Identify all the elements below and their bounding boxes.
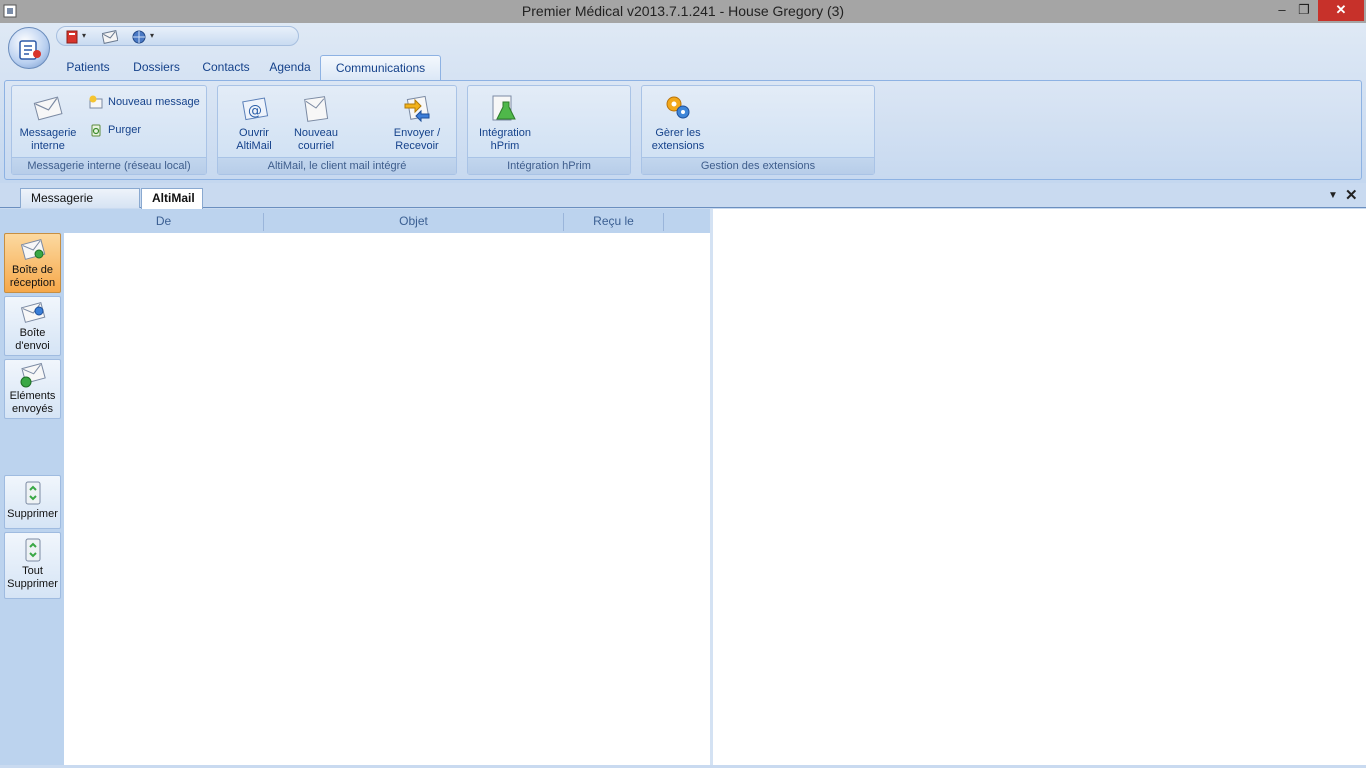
- nouveau-message-label: Nouveau message: [108, 96, 200, 108]
- nav-tout-supprimer-label-2: Supprimer: [7, 578, 58, 590]
- new-message-icon: [89, 95, 103, 109]
- nouveau-courriel-button[interactable]: Nouveau courriel: [290, 92, 342, 153]
- messagerie-interne-button[interactable]: Messagerie interne: [16, 92, 80, 153]
- stethoscope-logo-icon: [19, 40, 41, 60]
- svg-text:@: @: [248, 103, 262, 119]
- messagerie-interne-label-2: interne: [31, 140, 65, 152]
- nav-tout-supprimer-label-1: Tout: [22, 565, 43, 577]
- messagerie-interne-label-1: Messagerie: [19, 127, 77, 139]
- purge-icon: [91, 124, 101, 137]
- send-receive-icon: [404, 95, 430, 123]
- message-list-header: De Objet Reçu le: [64, 209, 710, 233]
- tab-list-dropdown[interactable]: ▼: [1328, 190, 1338, 201]
- envelope-icon: [102, 30, 118, 44]
- quick-access-toolbar: ▾ ▾: [56, 26, 299, 46]
- tab-dossiers[interactable]: Dossiers: [124, 55, 189, 81]
- message-list[interactable]: De Objet Reçu le: [64, 209, 710, 768]
- tab-communications[interactable]: Communications: [320, 55, 441, 81]
- group-label-altimail: AltiMail, le client mail intégré: [218, 157, 456, 174]
- recycle-bin-icon: [25, 538, 40, 562]
- integration-hprim-label-1: Intégration: [479, 127, 531, 139]
- tab-agenda[interactable]: Agenda: [263, 55, 317, 81]
- application-menu-button[interactable]: [8, 27, 50, 69]
- gerer-extensions-label-2: extensions: [651, 140, 705, 152]
- column-header-objet[interactable]: Objet: [264, 213, 564, 231]
- ribbon-panel: Messagerie interne Nouveau message Purge…: [4, 80, 1362, 180]
- message-preview-pane: [713, 209, 1366, 768]
- group-label-extensions: Gestion des extensions: [642, 157, 874, 174]
- recycle-bin-icon: [25, 481, 40, 505]
- nav-elements-envoyes[interactable]: Eléments envoyés: [4, 359, 61, 419]
- qat-globe-button[interactable]: ▾: [131, 29, 157, 45]
- group-label-hprim: Intégration hPrim: [468, 157, 630, 174]
- nouveau-message-button[interactable]: Nouveau message: [88, 94, 204, 110]
- ouvrir-altimail-label-1: Ouvrir: [239, 127, 269, 139]
- nav-boite-de-reception[interactable]: Boîte de réception: [4, 233, 61, 293]
- nav-reception-label-1: Boîte de: [12, 264, 53, 276]
- nav-envoi-label-2: d'envoi: [15, 340, 50, 352]
- group-altimail: @ Ouvrir AltiMail Nouveau courriel Envoy…: [217, 85, 457, 175]
- envoyer-recevoir-label-1: Envoyer /: [393, 127, 441, 139]
- envoyer-recevoir-button[interactable]: Envoyer / Recevoir: [386, 92, 448, 153]
- nav-supprimer-label: Supprimer: [7, 508, 58, 520]
- ouvrir-altimail-button[interactable]: @ Ouvrir AltiMail: [230, 92, 278, 153]
- nav-envoi-label-1: Boîte: [19, 327, 46, 339]
- group-label-messagerie: Messagerie interne (réseau local): [12, 157, 206, 174]
- new-mail-icon: [304, 96, 329, 122]
- group-extensions: Gèrer les extensions Gestion des extensi…: [641, 85, 875, 175]
- altimail-at-icon: @: [242, 97, 269, 121]
- nouveau-courriel-label-1: Nouveau: [293, 127, 339, 139]
- window-title: Premier Médical v2013.7.1.241 - House Gr…: [521, 3, 845, 19]
- sent-items-icon: [20, 362, 46, 388]
- group-messagerie-interne: Messagerie interne Nouveau message Purge…: [11, 85, 207, 175]
- maximize-button[interactable]: ❐: [1290, 0, 1318, 21]
- purger-label: Purger: [108, 124, 142, 136]
- nav-reception-label-2: réception: [9, 277, 56, 289]
- integration-hprim-label-2: hPrim: [490, 140, 520, 152]
- qat-mail-button[interactable]: [101, 29, 127, 45]
- nav-supprimer-button[interactable]: Supprimer: [4, 475, 61, 529]
- doc-tab-messagerie-interne[interactable]: Messagerie interne: [20, 188, 140, 223]
- tab-contacts[interactable]: Contacts: [196, 55, 256, 81]
- purger-button[interactable]: Purger: [88, 122, 204, 138]
- doc-tab-altimail[interactable]: AltiMail: [141, 188, 203, 209]
- ouvrir-altimail-label-2: AltiMail: [236, 140, 272, 152]
- gerer-extensions-label-1: Gèrer les: [655, 127, 701, 139]
- column-header-de[interactable]: De: [64, 213, 264, 231]
- tab-patients[interactable]: Patients: [60, 55, 116, 81]
- document-tab-strip: Messagerie interne AltiMail ▼ ✕: [0, 183, 1366, 223]
- nouveau-courriel-label-2: courriel: [297, 140, 335, 152]
- inbox-icon: [20, 239, 45, 260]
- document-icon: [66, 30, 78, 44]
- outbox-icon: [20, 302, 45, 323]
- title-bar: Premier Médical v2013.7.1.241 - House Gr…: [0, 0, 1366, 23]
- integration-hprim-button[interactable]: Intégration hPrim: [474, 92, 536, 153]
- nav-boite-d-envoi[interactable]: Boîte d'envoi: [4, 296, 61, 356]
- close-window-button[interactable]: ✕: [1318, 0, 1364, 21]
- mail-envelope-icon: [33, 96, 63, 121]
- close-tab-button[interactable]: ✕: [1345, 186, 1358, 204]
- nav-tout-supprimer-button[interactable]: Tout Supprimer: [4, 532, 61, 599]
- gears-icon: [666, 96, 690, 119]
- envoyer-recevoir-label-2: Recevoir: [395, 140, 439, 152]
- column-header-recu-le[interactable]: Reçu le: [564, 213, 664, 231]
- mail-folder-nav: Boîte de réception Boîte d'envoi Elément…: [0, 209, 64, 768]
- flask-document-icon: [492, 95, 516, 121]
- qat-document-button[interactable]: ▾: [65, 29, 91, 45]
- nav-envoyes-label-2: envoyés: [12, 403, 53, 415]
- gerer-extensions-button[interactable]: Gèrer les extensions: [646, 92, 710, 153]
- group-hprim: Intégration hPrim Intégration hPrim: [467, 85, 631, 175]
- globe-icon: [132, 30, 146, 44]
- nav-envoyes-label-1: Eléments: [9, 390, 56, 402]
